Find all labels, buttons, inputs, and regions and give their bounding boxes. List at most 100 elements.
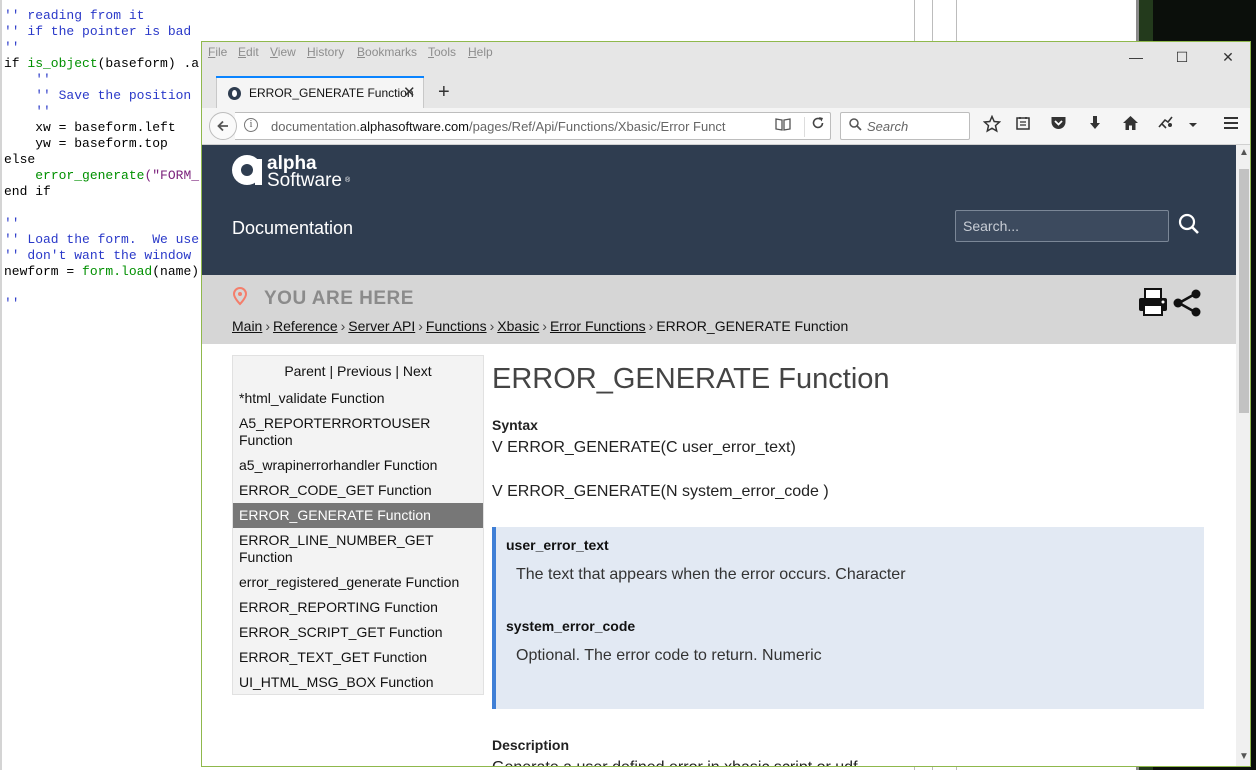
code-line[interactable]: ''	[4, 104, 199, 120]
menu-view[interactable]: View	[270, 45, 296, 59]
back-button[interactable]	[209, 112, 237, 140]
code-line[interactable]: ''	[4, 296, 199, 312]
breadcrumb-separator: ›	[489, 318, 495, 334]
code-token: (name)	[152, 264, 200, 279]
logo-mark-icon	[232, 155, 262, 185]
overflow-chevron-icon[interactable]	[1182, 115, 1204, 137]
breadcrumb-link[interactable]: Xbasic	[497, 318, 539, 334]
tab-close-icon[interactable]: ✕	[403, 83, 416, 101]
print-icon[interactable]	[1138, 287, 1168, 322]
code-line[interactable]	[4, 280, 199, 296]
sidebar-item[interactable]: UI_HTML_MSG_BOX Function	[233, 670, 483, 695]
code-line[interactable]: '' don't want the window	[4, 248, 199, 264]
page-scrollbar[interactable]: ▲ ▼	[1236, 145, 1250, 766]
code-line[interactable]: ''	[4, 216, 199, 232]
sidebar-item[interactable]: ERROR_TEXT_GET Function	[233, 645, 483, 670]
code-token: '' reading from it	[4, 8, 145, 23]
sidebar-item[interactable]: a5_wrapinerrorhandler Function	[233, 453, 483, 478]
alpha-software-logo[interactable]: alpha Software ®	[232, 153, 362, 195]
menu-bookmarks[interactable]: Bookmarks	[357, 45, 417, 59]
sidebar-item[interactable]: ERROR_GENERATE Function	[233, 503, 483, 528]
favicon-icon	[228, 87, 241, 100]
menu-history[interactable]: History	[307, 45, 344, 59]
code-text[interactable]: '' reading from it '' if the pointer is b…	[4, 8, 199, 312]
extension-icon[interactable]	[1155, 115, 1177, 137]
code-line[interactable]: newform = form.load(name)	[4, 264, 199, 280]
bookmark-star-icon[interactable]	[981, 114, 1003, 137]
hamburger-menu-icon[interactable]	[1220, 115, 1242, 137]
sidebar-item[interactable]: ERROR_REPORTING Function	[233, 595, 483, 620]
code-token: '' if the pointer is bad	[4, 24, 192, 39]
code-line[interactable]: error_generate("FORM_	[4, 168, 199, 184]
sidebar-item[interactable]: *html_validate Function	[233, 386, 483, 411]
minimize-button[interactable]: —	[1125, 46, 1147, 68]
code-line[interactable]: '' Load the form. We use	[4, 232, 199, 248]
new-tab-button[interactable]: +	[438, 81, 450, 104]
tab-active-indicator	[216, 76, 424, 78]
code-line[interactable]: end if	[4, 184, 199, 200]
breadcrumb: Main › Reference › Server API › Functions › Xbas…	[232, 318, 848, 334]
site-search-field[interactable]	[955, 210, 1169, 242]
code-line[interactable]: '' reading from it	[4, 8, 199, 24]
breadcrumb-link[interactable]: Main	[232, 318, 262, 334]
pocket-icon[interactable]	[1047, 115, 1069, 137]
scroll-up-arrow-icon[interactable]: ▲	[1239, 147, 1249, 158]
documentation-title[interactable]: Documentation	[232, 218, 353, 239]
menu-help[interactable]: Help	[468, 45, 493, 59]
scroll-down-arrow-icon[interactable]: ▼	[1239, 751, 1249, 762]
previous-link[interactable]: Previous	[337, 363, 391, 379]
site-search-icon[interactable]	[1178, 213, 1204, 239]
sidebar-item[interactable]: ERROR_SCRIPT_GET Function	[233, 620, 483, 645]
sidebar-item[interactable]: ERROR_CODE_GET Function	[233, 478, 483, 503]
code-line[interactable]: yw = baseform.top	[4, 136, 199, 152]
code-token: ''	[4, 40, 20, 55]
breadcrumb-link[interactable]: Reference	[273, 318, 338, 334]
location-bar: YOU ARE HERE Main › Reference › Server API › F…	[202, 275, 1236, 344]
code-token: ''	[4, 216, 20, 231]
breadcrumb-separator: ›	[542, 318, 547, 334]
code-line[interactable]: ''	[4, 40, 199, 56]
code-token: ''	[4, 104, 51, 119]
reader-view-icon[interactable]	[775, 117, 791, 134]
code-line[interactable]: '' if the pointer is bad	[4, 24, 199, 40]
code-line[interactable]	[4, 200, 199, 216]
code-line[interactable]: ''	[4, 72, 199, 88]
menu-tools[interactable]: Tools	[428, 45, 456, 59]
code-line[interactable]: else	[4, 152, 199, 168]
next-link[interactable]: Next	[403, 363, 432, 379]
search-icon	[849, 118, 862, 134]
menu-edit[interactable]: Edit	[238, 45, 259, 59]
url-bar[interactable]: i documentation.alphasoftware.com/pages/…	[235, 112, 831, 140]
maximize-button[interactable]: ☐	[1171, 46, 1193, 68]
breadcrumb-link[interactable]: Functions	[426, 318, 487, 334]
logo-text-software: Software	[267, 170, 342, 191]
sidebar-item[interactable]: A5_REPORTERRORTOUSER Function	[233, 411, 483, 453]
breadcrumb-link[interactable]: Server API	[348, 318, 415, 334]
scrollbar-thumb[interactable]	[1239, 169, 1249, 413]
code-line[interactable]: xw = baseform.left	[4, 120, 199, 136]
home-icon[interactable]	[1119, 115, 1141, 137]
site-info-icon[interactable]: i	[244, 118, 258, 132]
code-token: if	[4, 56, 28, 71]
reload-icon[interactable]	[811, 116, 825, 133]
sidebar-navigation: Parent | Previous | Next *html_validate …	[232, 355, 484, 695]
sidebar-item[interactable]: error_registered_generate Function	[233, 570, 483, 595]
breadcrumb-link[interactable]: Error Functions	[550, 318, 646, 334]
close-window-button[interactable]: ✕	[1217, 46, 1239, 68]
share-icon[interactable]	[1172, 289, 1202, 322]
browser-search-box[interactable]: Search	[840, 112, 970, 140]
code-line[interactable]: '' Save the position	[4, 88, 199, 104]
parent-link[interactable]: Parent	[284, 363, 325, 379]
menu-file[interactable]: File	[208, 45, 227, 59]
download-icon[interactable]	[1084, 115, 1106, 137]
reading-list-icon[interactable]	[1012, 115, 1034, 137]
site-search-input[interactable]	[956, 211, 1168, 241]
sidebar-item[interactable]: ERROR_LINE_NUMBER_GET Function	[233, 528, 483, 570]
parameters-box: user_error_text The text that appears wh…	[492, 527, 1204, 709]
syntax-line-2: V ERROR_GENERATE(N system_error_code )	[492, 483, 829, 500]
tab-error-generate[interactable]: ERROR_GENERATE Function ✕	[216, 76, 424, 108]
code-line[interactable]: if is_object(baseform) .a	[4, 56, 199, 72]
syntax-line-1: V ERROR_GENERATE(C user_error_text)	[492, 439, 796, 456]
url-text[interactable]: documentation.alphasoftware.com/pages/Re…	[271, 119, 726, 134]
param-description: The text that appears when the error occ…	[516, 566, 906, 583]
